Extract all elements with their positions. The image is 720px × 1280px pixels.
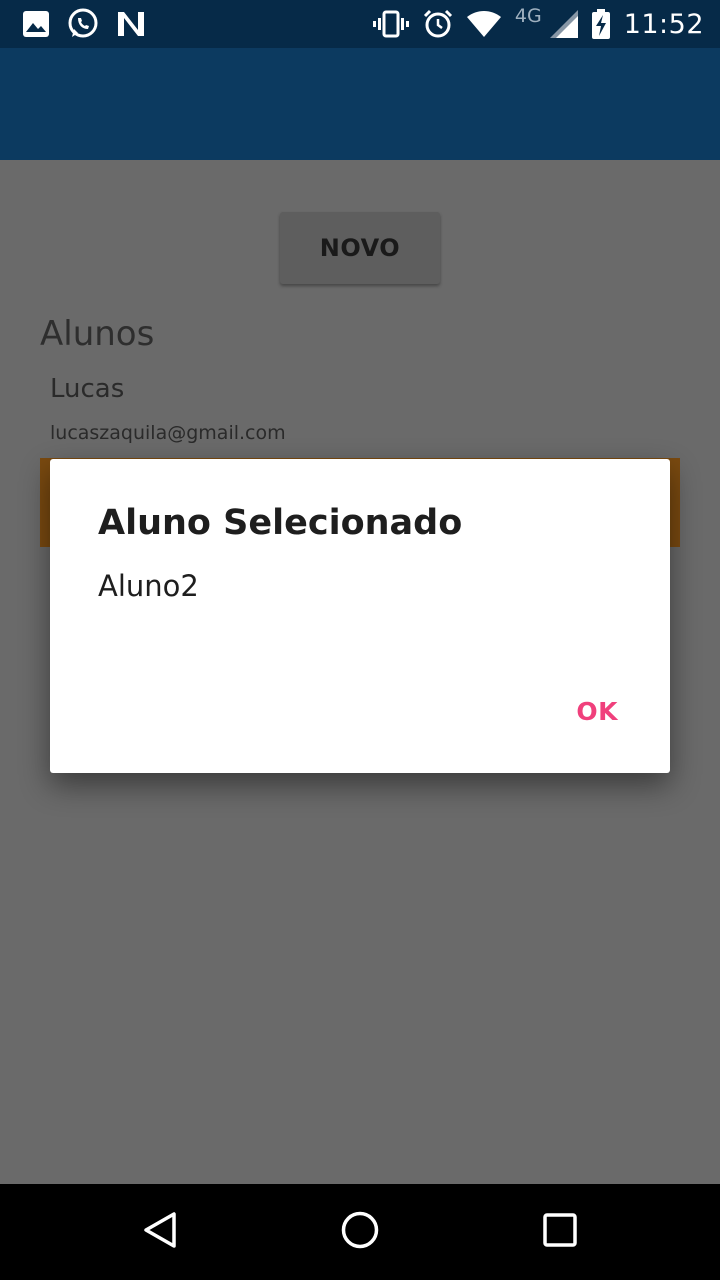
selected-student-dialog: Aluno Selecionado Aluno2 OK [50, 459, 670, 773]
navigation-bar [0, 1184, 720, 1280]
student-email: lucaszaquila@gmail.com [50, 422, 286, 444]
recents-button[interactable] [512, 1184, 608, 1280]
vibrate-icon [372, 10, 409, 38]
notification-icons [22, 0, 146, 48]
back-icon [140, 1210, 180, 1254]
battery-charging-icon [591, 9, 610, 39]
clock: 11:52 [623, 8, 704, 40]
status-bar: 4G 11:52 [0, 0, 720, 48]
home-button[interactable] [312, 1184, 408, 1280]
student-name: Lucas [50, 374, 125, 404]
dialog-message: Aluno2 [98, 569, 199, 603]
signal-icon [549, 10, 578, 38]
home-icon [340, 1210, 380, 1254]
image-icon [22, 10, 50, 38]
app-bar [0, 48, 720, 160]
whatsapp-icon [66, 7, 100, 41]
recents-icon [542, 1212, 578, 1252]
n-notification-icon [116, 10, 146, 38]
wifi-icon [466, 11, 501, 37]
back-button[interactable] [112, 1184, 208, 1280]
ok-button[interactable]: OK [576, 697, 618, 726]
dialog-title: Aluno Selecionado [98, 503, 463, 543]
network-type-label: 4G [514, 5, 542, 27]
alarm-icon [423, 9, 453, 39]
students-list-title: Alunos [40, 314, 155, 354]
new-student-button[interactable]: NOVO [280, 212, 440, 284]
system-status-icons: 4G 11:52 [372, 0, 704, 48]
